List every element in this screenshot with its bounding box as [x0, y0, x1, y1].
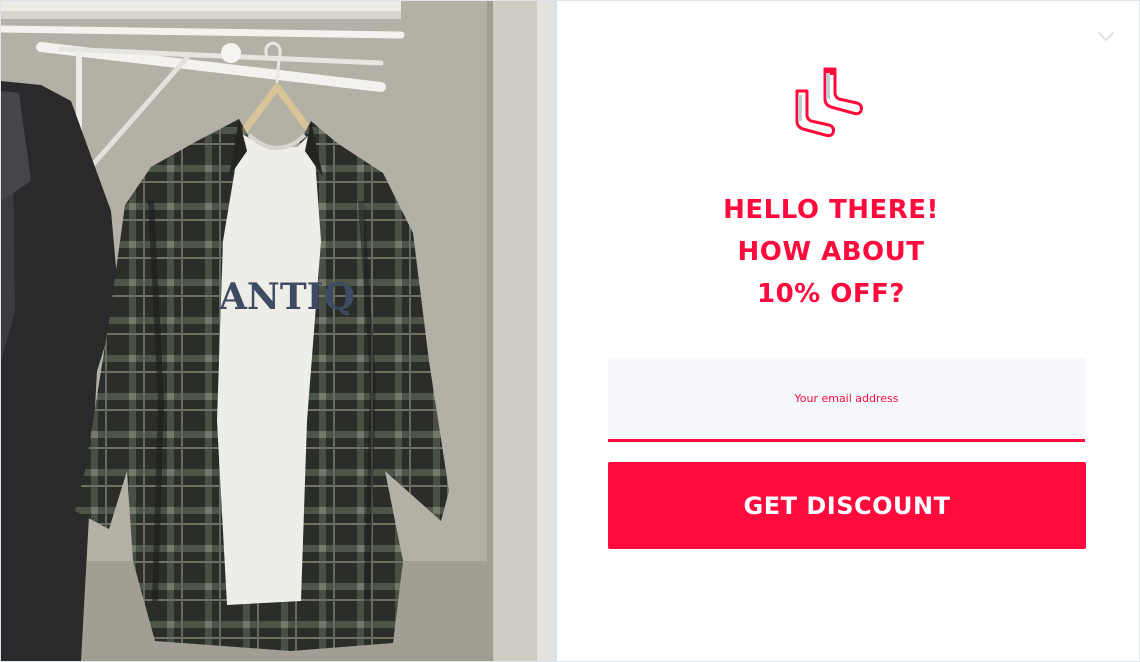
popup-content: HELLO THERE! HOW ABOUT 10% OFF? GET DISC… — [557, 1, 1139, 661]
email-field-wrapper — [608, 358, 1085, 442]
discount-popup: ANTIQ HELLO THERE! HOW ABOUT 10% OFF? Yo… — [0, 0, 1140, 662]
close-icon — [1098, 32, 1114, 42]
hero-photo: ANTIQ — [1, 1, 557, 661]
socks-logo-icon — [789, 63, 869, 139]
email-field[interactable] — [608, 358, 1085, 439]
headline: HELLO THERE! HOW ABOUT 10% OFF? — [557, 189, 1105, 315]
headline-line-1: HELLO THERE! — [723, 195, 939, 225]
get-discount-button[interactable]: GET DISCOUNT — [608, 462, 1086, 549]
headline-line-3: 10% OFF? — [757, 279, 905, 309]
tshirt-print: ANTIQ — [218, 276, 355, 318]
close-button[interactable] — [1095, 25, 1117, 47]
headline-line-2: HOW ABOUT — [737, 237, 925, 267]
